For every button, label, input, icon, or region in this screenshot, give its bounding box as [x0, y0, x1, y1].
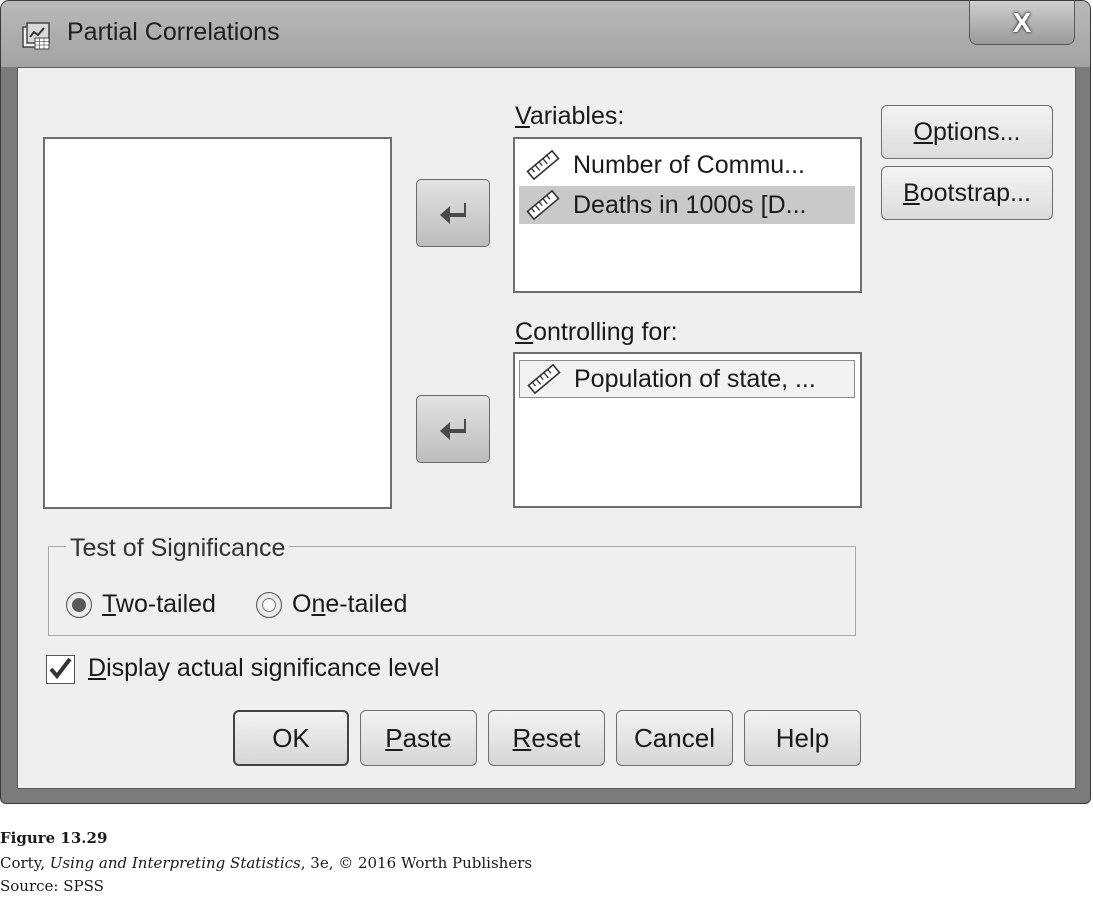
- scale-ruler-icon: [526, 149, 560, 181]
- variable-label: Population of state, ...: [574, 364, 816, 393]
- paste-button[interactable]: Paste: [360, 710, 477, 766]
- move-to-controlling-button[interactable]: [416, 395, 490, 463]
- reset-button[interactable]: Reset: [488, 710, 605, 766]
- scale-ruler-icon: [527, 363, 561, 395]
- close-icon: X: [1012, 6, 1032, 38]
- controlling-for-list[interactable]: Population of state, ...: [513, 352, 862, 508]
- variables-list[interactable]: Number of Commu... Deaths in 1000s [D...: [513, 137, 862, 293]
- app-icon: [22, 22, 50, 50]
- window-title: Partial Correlations: [67, 18, 280, 46]
- cancel-button[interactable]: Cancel: [616, 710, 733, 766]
- dialog-client-area: Variables: Number of Commu... Deaths in …: [17, 67, 1076, 789]
- arrow-left-icon: [440, 203, 466, 224]
- controlling-for-label: Controlling for:: [515, 318, 678, 346]
- close-button[interactable]: X: [969, 1, 1075, 45]
- variable-label: Number of Commu...: [573, 150, 806, 179]
- two-tailed-label[interactable]: Two-tailed: [102, 590, 216, 619]
- arrow-left-icon: [440, 419, 466, 440]
- list-item[interactable]: Number of Commu...: [519, 146, 855, 184]
- figure-source: Source: SPSS: [0, 877, 104, 895]
- title-bar[interactable]: Partial Correlations X: [1, 1, 1090, 67]
- list-item[interactable]: Population of state, ...: [519, 360, 855, 398]
- variable-label: Deaths in 1000s [D...: [573, 190, 807, 219]
- help-button[interactable]: Help: [744, 710, 861, 766]
- list-item[interactable]: Deaths in 1000s [D...: [519, 186, 855, 224]
- checkmark-icon: [49, 657, 72, 680]
- display-significance-label[interactable]: Display actual significance level: [88, 654, 440, 683]
- move-to-variables-button[interactable]: [416, 179, 490, 247]
- display-significance-checkbox[interactable]: [46, 655, 75, 684]
- two-tailed-radio[interactable]: [66, 592, 92, 618]
- ok-button[interactable]: OK: [233, 710, 349, 766]
- figure-number: Figure 13.29: [0, 829, 108, 847]
- one-tailed-radio[interactable]: [256, 592, 282, 618]
- options-button[interactable]: Options...: [881, 105, 1053, 159]
- source-variable-list[interactable]: [43, 137, 392, 509]
- bootstrap-button[interactable]: Bootstrap...: [881, 166, 1053, 220]
- dialog-window: Partial Correlations X Variables: Number…: [0, 0, 1091, 804]
- significance-group-title: Test of Significance: [66, 534, 290, 563]
- scale-ruler-icon: [526, 189, 560, 221]
- one-tailed-label[interactable]: One-tailed: [292, 590, 407, 619]
- variables-label: Variables:: [515, 102, 625, 130]
- figure-credit: Corty, Using and Interpreting Statistics…: [0, 854, 533, 872]
